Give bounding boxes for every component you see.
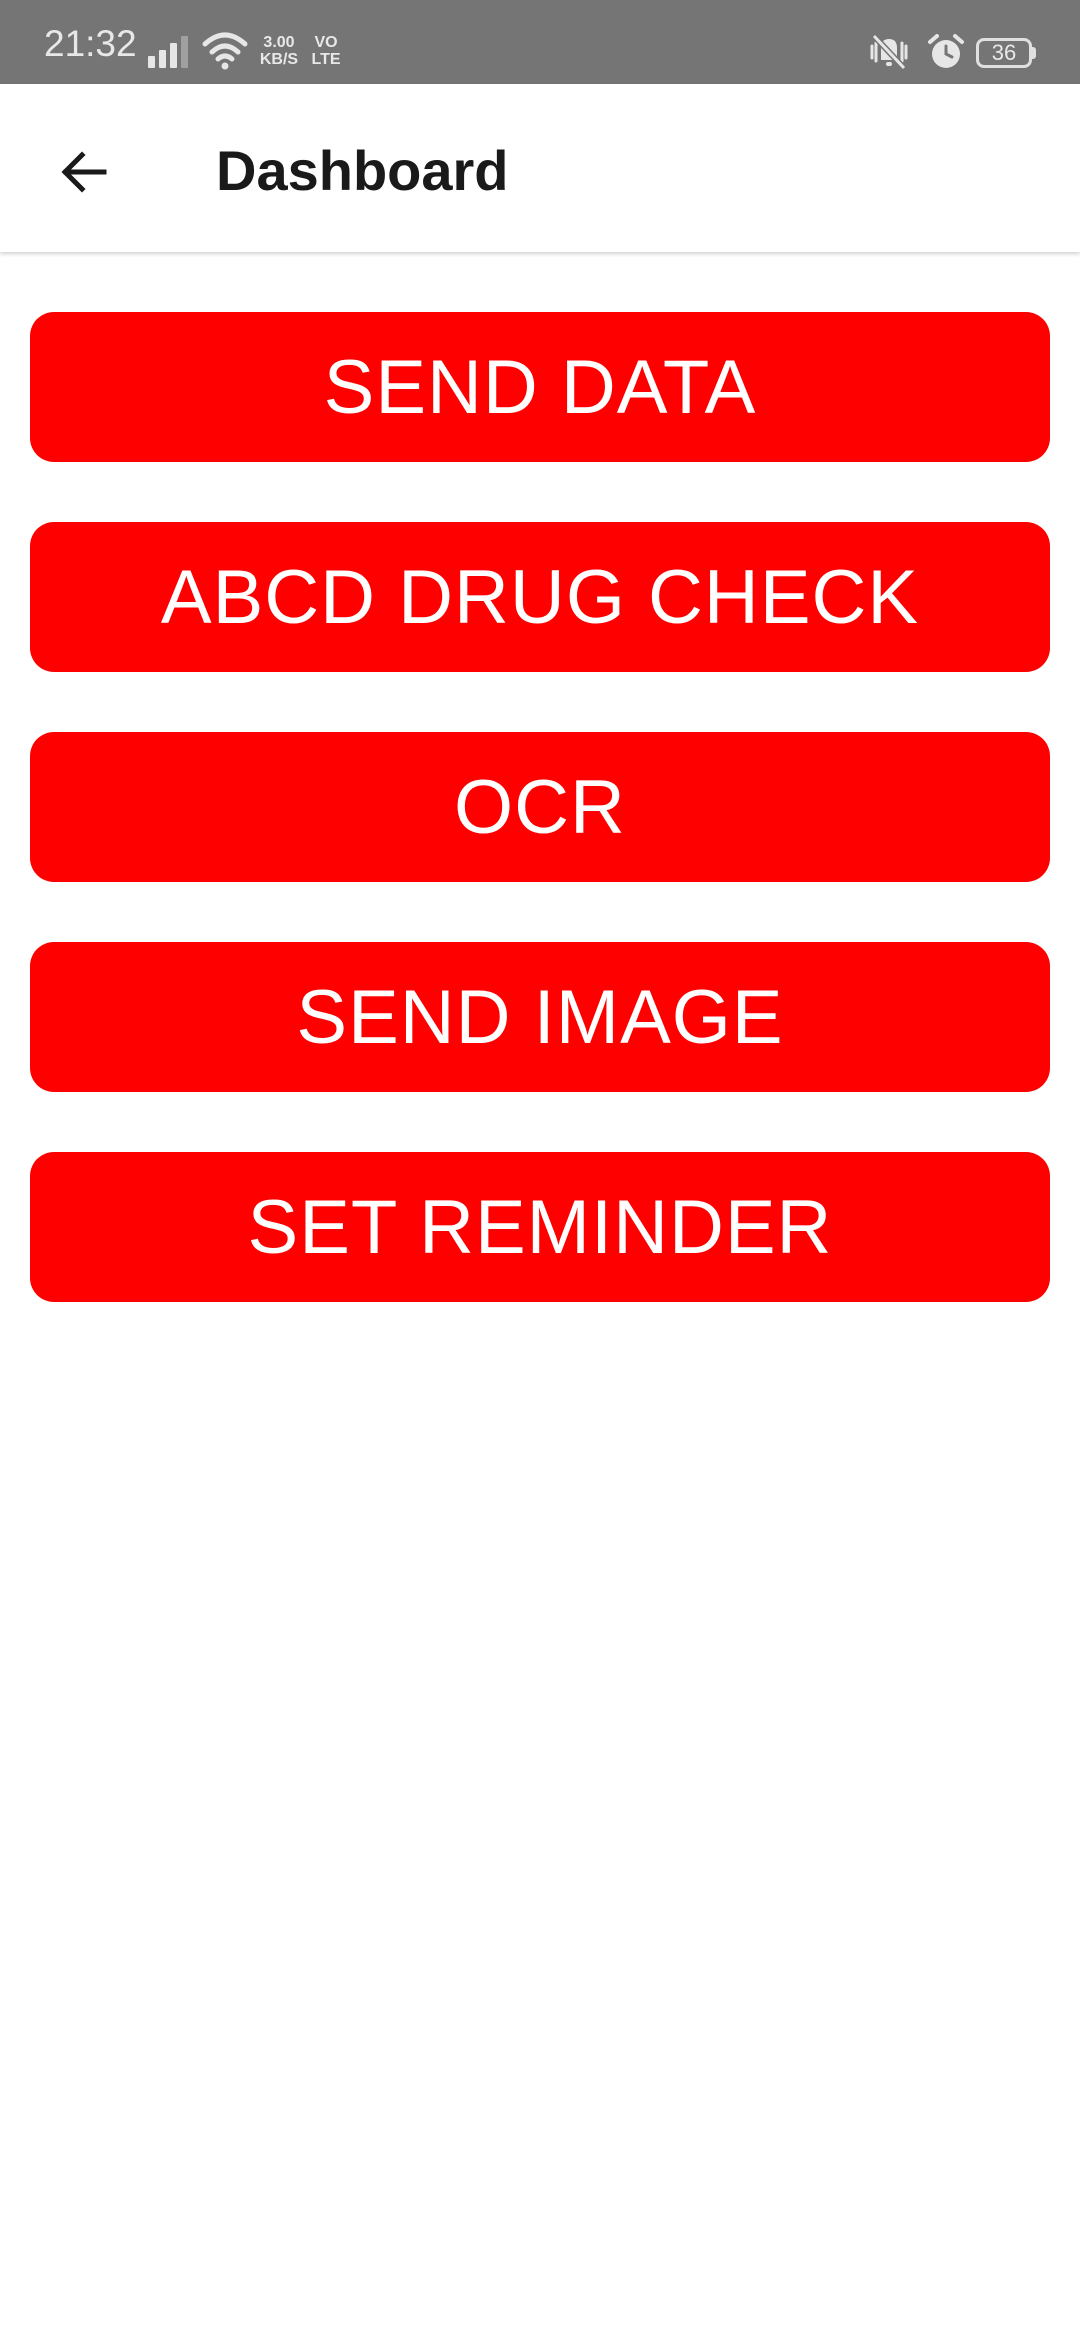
back-button[interactable] <box>40 128 128 216</box>
volte-bottom: LTE <box>311 51 341 68</box>
arrow-left-icon <box>61 151 107 193</box>
dashboard-actions: SEND DATA ABCD DRUG CHECK OCR SEND IMAGE… <box>30 312 1050 1362</box>
send-data-button[interactable]: SEND DATA <box>30 312 1050 462</box>
wifi-icon <box>202 30 248 75</box>
battery-icon: 36 <box>976 38 1032 68</box>
ocr-button[interactable]: OCR <box>30 732 1050 882</box>
app-bar: Dashboard <box>0 84 1080 252</box>
network-speed: 3.00 KB/S <box>256 34 302 68</box>
volte-indicator: VO LTE <box>308 34 344 68</box>
battery-tip <box>1032 47 1036 59</box>
status-time: 21:32 <box>44 23 137 64</box>
volte-top: VO <box>314 34 338 51</box>
status-bar: 21:32 3.00 KB/S VO LTE 36 <box>0 0 1080 84</box>
signal-icon <box>148 34 192 73</box>
speed-unit: KB/S <box>259 51 299 68</box>
alarm-icon <box>926 32 966 77</box>
page-title: Dashboard <box>216 139 509 202</box>
speed-value: 3.00 <box>263 34 295 51</box>
send-image-button[interactable]: SEND IMAGE <box>30 942 1050 1092</box>
abcd-drug-check-button[interactable]: ABCD DRUG CHECK <box>30 522 1050 672</box>
set-reminder-button[interactable]: SET REMINDER <box>30 1152 1050 1302</box>
mute-vibrate-icon <box>866 32 912 77</box>
